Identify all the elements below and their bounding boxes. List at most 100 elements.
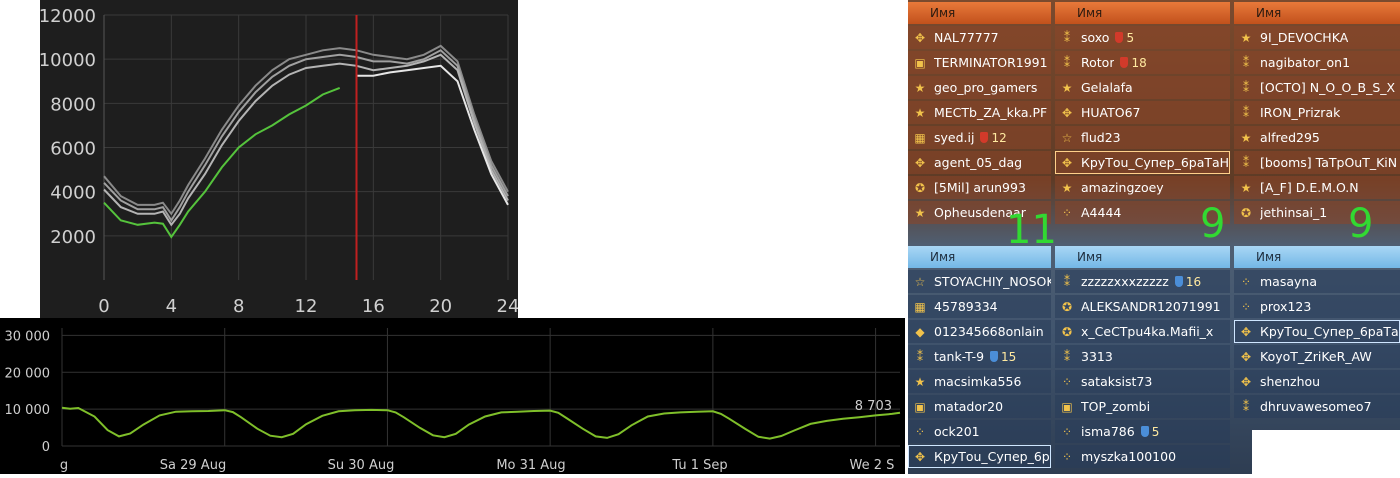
player-row[interactable]: ✪ jethinsai_1 bbox=[1234, 201, 1400, 224]
player-row[interactable]: ✥ КруТоu_Супер_6раТаН bbox=[1234, 320, 1400, 343]
rank-icon: ▦ bbox=[914, 299, 926, 314]
player-row[interactable]: ⁑ [booms] TaTpOuT_KiN bbox=[1234, 151, 1400, 174]
player-row[interactable]: ▣ matador20 bbox=[908, 395, 1051, 418]
player-row[interactable]: ⁑ zzzzzxxxzzzzz 16 bbox=[1055, 270, 1230, 293]
player-row[interactable]: ✥ NAL77777 bbox=[908, 26, 1051, 49]
battle-count-badge: 5 bbox=[1140, 425, 1159, 439]
player-name: 9I_DEVOCHKA bbox=[1260, 30, 1349, 45]
shield-icon bbox=[990, 351, 999, 362]
rank-icon: ★ bbox=[1061, 80, 1073, 95]
rank-icon: ☆ bbox=[1061, 130, 1073, 145]
player-name: ALEKSANDR12071991 bbox=[1081, 299, 1221, 314]
team-alive-count: 9 bbox=[1348, 201, 1374, 247]
rank-icon: ★ bbox=[914, 105, 926, 120]
player-row[interactable]: ⁘ prox123 bbox=[1234, 295, 1400, 318]
rank-icon: ✪ bbox=[1061, 299, 1073, 314]
player-name: TOP_zombi bbox=[1081, 399, 1151, 414]
player-row[interactable]: ▦ 45789334 bbox=[908, 295, 1051, 318]
rank-icon: ⁑ bbox=[1064, 349, 1070, 364]
battle-roster: Имя ✥ NAL77777 ▣ TERMINATOR1991 ★ geo_pro_game… bbox=[908, 0, 1400, 474]
player-name: Rotor bbox=[1081, 55, 1115, 70]
player-row[interactable]: ⁑ [OCTO] N_O_O_B_S_X bbox=[1234, 76, 1400, 99]
badge-value: 5 bbox=[1126, 30, 1135, 45]
player-row[interactable]: ⁘ ock201 bbox=[908, 420, 1051, 443]
rank-icon: ✪ bbox=[1240, 205, 1252, 220]
player-row[interactable]: ✪ [5Mil] arun993 bbox=[908, 176, 1051, 199]
player-name: matador20 bbox=[934, 399, 1004, 414]
player-row[interactable]: ⁑ IRON_Prizrak bbox=[1234, 101, 1400, 124]
player-name: NAL77777 bbox=[934, 30, 999, 45]
player-row[interactable]: ✪ x_CeCTpu4ka.Mafii_x bbox=[1055, 320, 1230, 343]
battle-count-badge: 15 bbox=[990, 350, 1016, 364]
player-name: jethinsai_1 bbox=[1260, 205, 1328, 220]
player-name: [booms] TaTpOuT_KiN bbox=[1260, 155, 1398, 170]
y-tick-label: 10 000 bbox=[5, 403, 51, 418]
rank-icon: ★ bbox=[1240, 130, 1252, 145]
player-row[interactable]: ⁑ tank-T-9 15 bbox=[908, 345, 1051, 368]
player-row[interactable]: ★ Gelalafa bbox=[1055, 76, 1230, 99]
player-row[interactable]: ✥ shenzhou bbox=[1234, 370, 1400, 393]
name-column-header[interactable]: Имя bbox=[1234, 246, 1400, 268]
rank-icon: ★ bbox=[914, 374, 926, 389]
player-row[interactable]: ⁑ soxo 5 bbox=[1055, 26, 1230, 49]
player-row[interactable]: ★ macsimka556 bbox=[908, 370, 1051, 393]
hourly-online-chart: 2000 4000 6000 8000 10000 12000 0 4 8 12 16 20 24 bbox=[39, 0, 519, 318]
online-line bbox=[61, 406, 901, 440]
player-row[interactable]: ✪ ALEKSANDR12071991 bbox=[1055, 295, 1230, 318]
x-tick-label: 4 bbox=[166, 296, 177, 317]
player-name: KoyoT_ZriKeR_AW bbox=[1260, 349, 1372, 364]
name-column-header[interactable]: Имя bbox=[1234, 2, 1400, 24]
player-row[interactable]: ☆ STOYACHIY_NOSOK bbox=[908, 270, 1051, 293]
rank-icon: ⁑ bbox=[917, 349, 923, 364]
daily-online-chart-svg: 0 10 000 20 000 30 000 g Sa 29 Aug Su 30 Aug Mo… bbox=[5, 328, 901, 473]
player-row[interactable]: ★ [A_F] D.E.M.O.N bbox=[1234, 176, 1400, 199]
player-name: [5Mil] arun993 bbox=[934, 180, 1026, 195]
player-row[interactable]: ▣ TERMINATOR1991 bbox=[908, 51, 1051, 74]
rank-icon: ⁑ bbox=[1243, 80, 1249, 95]
x-tick-label: 20 bbox=[429, 296, 452, 317]
player-row[interactable]: ☆ flud23 bbox=[1055, 126, 1230, 149]
badge-value: 18 bbox=[1131, 55, 1147, 70]
player-row[interactable]: ⁑ Rotor 18 bbox=[1055, 51, 1230, 74]
player-row[interactable]: ⁘ masayna bbox=[1234, 270, 1400, 293]
player-row[interactable]: ⁘ isma786 5 bbox=[1055, 420, 1230, 443]
player-row[interactable]: ⁑ dhruvawesomeo7 bbox=[1234, 395, 1400, 418]
y-tick-label: 30 000 bbox=[5, 329, 51, 344]
x-tick-label: 16 bbox=[362, 296, 385, 317]
shield-icon bbox=[1140, 426, 1149, 437]
player-row[interactable]: ◆ 012345668onlain bbox=[908, 320, 1051, 343]
rank-icon: ✥ bbox=[1061, 105, 1073, 120]
player-row[interactable]: ⁘ myszka100100 bbox=[1055, 445, 1230, 468]
player-row[interactable]: ✥ KoyoT_ZriKeR_AW bbox=[1234, 345, 1400, 368]
y-tick-label: 4000 bbox=[50, 183, 96, 204]
rank-icon: ✪ bbox=[1061, 324, 1073, 339]
team-alive-count: 11 bbox=[1006, 207, 1057, 253]
name-column-header[interactable]: Имя bbox=[1055, 2, 1230, 24]
player-row[interactable]: ✥ agent_05_dag bbox=[908, 151, 1051, 174]
player-row[interactable]: ★ amazingzoey bbox=[1055, 176, 1230, 199]
name-column-header[interactable]: Имя bbox=[908, 2, 1051, 24]
player-name: sataksist73 bbox=[1081, 374, 1153, 389]
player-row[interactable]: ✥ HUATO67 bbox=[1055, 101, 1230, 124]
rank-icon: ⁑ bbox=[1243, 155, 1249, 170]
shield-icon bbox=[1120, 57, 1129, 68]
player-row[interactable]: ★ alfred295 bbox=[1234, 126, 1400, 149]
player-row[interactable]: ▣ TOP_zombi bbox=[1055, 395, 1230, 418]
player-row[interactable]: ⁑ nagibator_on1 bbox=[1234, 51, 1400, 74]
rank-icon: ✥ bbox=[1240, 374, 1252, 389]
name-column-header[interactable]: Имя bbox=[1055, 246, 1230, 268]
blue-team-column: Имя ⁘ masayna ⁘ prox123 ✥ КруТоu_Супер_6раТаН ✥… bbox=[1234, 246, 1400, 418]
player-row[interactable]: ★ geo_pro_gamers bbox=[908, 76, 1051, 99]
rank-icon: ⁘ bbox=[1061, 449, 1073, 464]
badge-value: 15 bbox=[1001, 349, 1017, 364]
player-row[interactable]: ▦ syed.ij 12 bbox=[908, 126, 1051, 149]
player-row[interactable]: ⁑ 3313 bbox=[1055, 345, 1230, 368]
player-row[interactable]: ✥ КруТоu_Супер_6р bbox=[908, 445, 1051, 468]
player-row[interactable]: ★ MECTb_ZA_kka.PF bbox=[908, 101, 1051, 124]
rank-icon: ⁑ bbox=[1064, 55, 1070, 70]
x-tick-label: Su 30 Aug bbox=[328, 458, 395, 473]
player-row[interactable]: ★ 9I_DEVOCHKA bbox=[1234, 26, 1400, 49]
player-name: x_CeCTpu4ka.Mafii_x bbox=[1081, 324, 1214, 339]
player-row[interactable]: ✥ КруТоu_Супер_6раТаН bbox=[1055, 151, 1230, 174]
player-row[interactable]: ⁘ sataksist73 bbox=[1055, 370, 1230, 393]
